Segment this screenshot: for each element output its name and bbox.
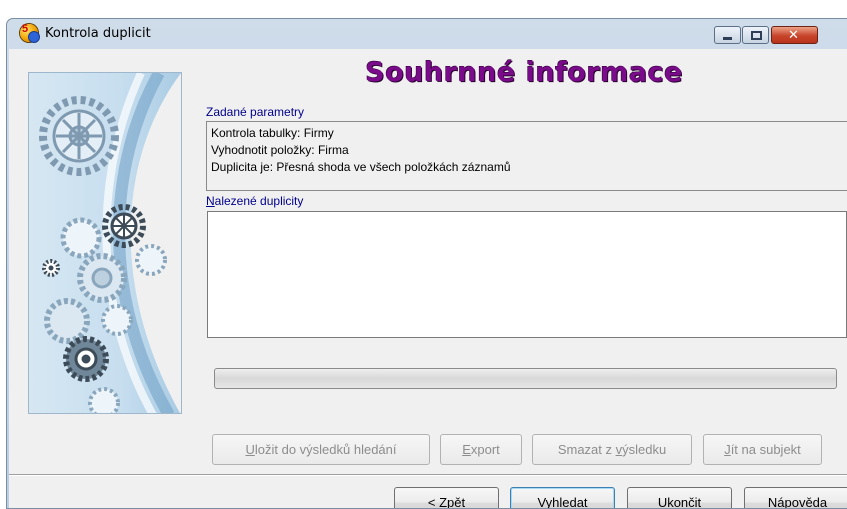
dialog-client-area: Souhrnné informace Zadané parametry Kont… xyxy=(9,49,847,508)
gears-icon xyxy=(39,73,181,413)
export-button[interactable]: Export xyxy=(440,434,522,465)
minimize-icon[interactable] xyxy=(714,26,741,44)
footer-divider xyxy=(9,474,847,476)
app-logo-icon: 5 xyxy=(20,23,40,43)
dialog-window: 5 Kontrola duplicit ✕ Souhrnné informace… xyxy=(6,18,847,509)
remove-from-result-button[interactable]: Smazat z v ýsledku xyxy=(532,434,692,465)
finish-button[interactable]: Uk ončit xyxy=(627,487,732,508)
duplicates-label: Nalezené duplicity xyxy=(206,194,304,208)
close-icon[interactable] xyxy=(771,26,818,44)
param-line: Kontrola tabulky: Firmy xyxy=(211,126,334,140)
duplicates-list[interactable] xyxy=(207,211,847,338)
progress-bar xyxy=(214,368,837,389)
param-line: Vyhodnotit položky: Firma xyxy=(211,143,349,157)
param-line: Duplicita je: Přesná shoda ve všech polo… xyxy=(211,160,511,174)
save-to-results-button[interactable]: Uložit do výsledků hledání xyxy=(212,434,430,465)
page-title: Souhrnné informace xyxy=(365,57,683,88)
go-to-subject-button[interactable]: Jít na subjekt xyxy=(703,434,822,465)
maximize-icon[interactable] xyxy=(742,26,769,44)
params-panel: Kontrola tabulky: Firmy Vyhodnotit polož… xyxy=(206,121,847,191)
params-label: Zadané parametry xyxy=(206,105,305,119)
back-button[interactable]: < Zpět xyxy=(394,487,499,508)
gears-illustration xyxy=(28,72,182,414)
window-title: Kontrola duplicit xyxy=(45,26,151,41)
help-button[interactable]: Nápověda xyxy=(744,487,847,508)
search-button[interactable]: Vyhledat xyxy=(510,487,615,508)
title-bar[interactable]: 5 Kontrola duplicit xyxy=(7,19,847,49)
